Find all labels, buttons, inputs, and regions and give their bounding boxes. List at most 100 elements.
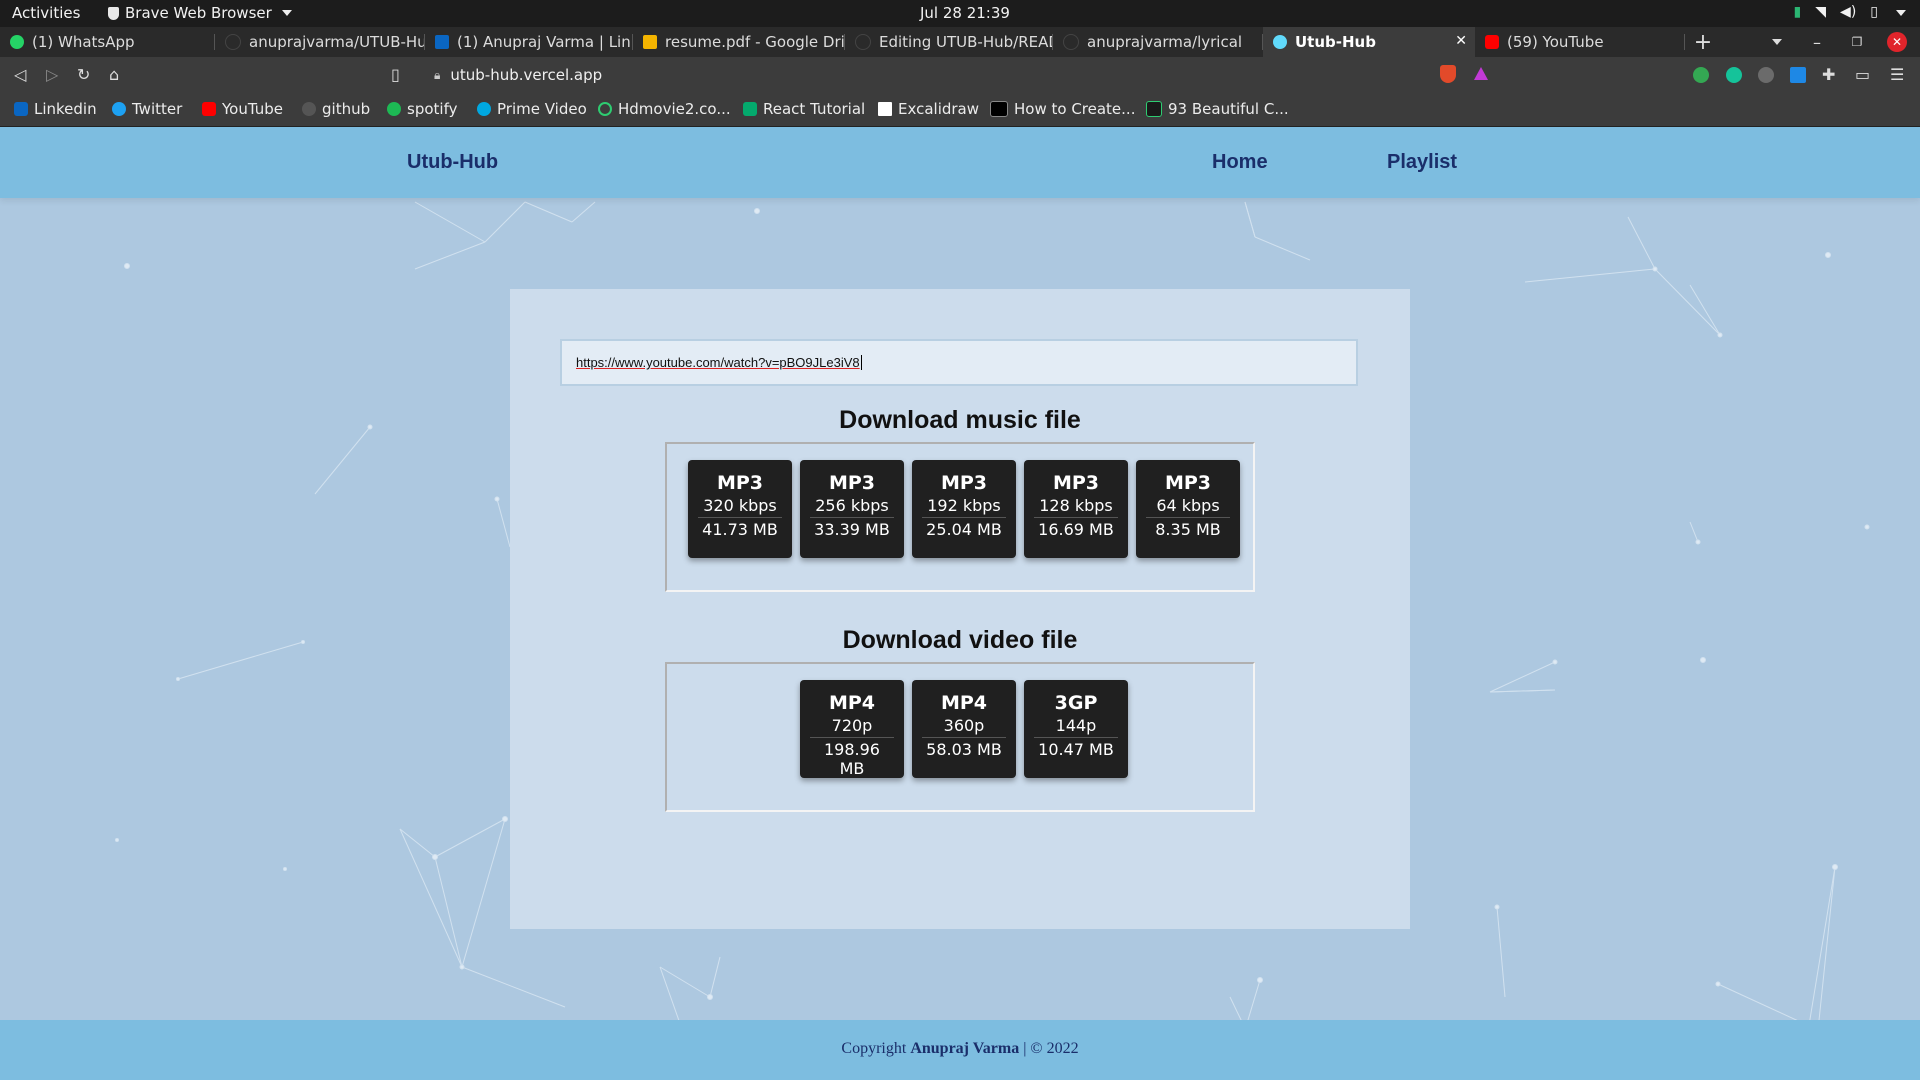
- extension-green-icon[interactable]: [1693, 67, 1709, 83]
- format-label: MP4: [828, 692, 876, 714]
- lock-icon: 🔒︎: [434, 67, 441, 82]
- download-mp3-128-button[interactable]: MP3 128 kbps 16.69 MB: [1024, 460, 1128, 558]
- tab-github-lyrical[interactable]: anuprajvarma/lyrical: [1053, 27, 1263, 57]
- bookmark-label: Linkedin: [34, 100, 97, 118]
- download-3gp-144-button[interactable]: 3GP 144p 10.47 MB: [1024, 680, 1128, 778]
- bookmark-github[interactable]: github: [302, 100, 370, 118]
- bookmark-label: 93 Beautiful C...: [1168, 100, 1289, 118]
- spotify-icon: [387, 102, 401, 116]
- bookmark-label: React Tutorial: [763, 100, 866, 118]
- bookmark-linkedin[interactable]: Linkedin: [14, 100, 97, 118]
- bookmark-label: YouTube: [222, 100, 283, 118]
- bookmark-label: Twitter: [132, 100, 183, 118]
- download-mp3-256-button[interactable]: MP3 256 kbps 33.39 MB: [800, 460, 904, 558]
- tab-title: (59) YouTube: [1507, 33, 1604, 51]
- excalidraw-icon: [878, 102, 892, 116]
- bookmark-twitter[interactable]: Twitter: [112, 100, 182, 118]
- youtube-url-input[interactable]: https://www.youtube.com/watch?v=pBO9JLe3…: [560, 339, 1358, 386]
- tab-github-utub[interactable]: anuprajvarma/UTUB-Hub: [215, 27, 425, 57]
- bookmark-hdmovie[interactable]: Hdmovie2.co...: [598, 100, 731, 118]
- clock[interactable]: Jul 28 21:39: [920, 4, 1010, 22]
- chevron-down-icon: [281, 10, 292, 16]
- system-top-bar: Activities Brave Web Browser Jul 28 21:3…: [0, 0, 1920, 27]
- bookmark-icon[interactable]: ▯: [391, 65, 400, 84]
- nav-playlist-link[interactable]: Playlist: [1387, 151, 1457, 174]
- nav-home-link[interactable]: Home: [1212, 151, 1268, 174]
- size-label: 58.03 MB: [922, 737, 1006, 759]
- download-mp4-720-button[interactable]: MP4 720p 198.96 MB: [800, 680, 904, 778]
- minimize-button[interactable]: –: [1802, 27, 1832, 57]
- bookmark-label: Prime Video: [497, 100, 587, 118]
- tab-title: (1) Anupraj Varma | Linked: [457, 33, 633, 51]
- battery-icon: ▯: [1870, 4, 1878, 20]
- site-navbar: Utub-Hub Home Playlist: [0, 127, 1920, 198]
- wallet-icon[interactable]: ▭: [1855, 65, 1870, 84]
- tab-search-dropdown[interactable]: [1762, 27, 1792, 57]
- download-mp4-360-button[interactable]: MP4 360p 58.03 MB: [912, 680, 1016, 778]
- download-mp3-192-button[interactable]: MP3 192 kbps 25.04 MB: [912, 460, 1016, 558]
- bookmark-spotify[interactable]: spotify: [387, 100, 457, 118]
- bookmark-label: Hdmovie2.co...: [618, 100, 731, 118]
- tab-title: anuprajvarma/UTUB-Hub: [249, 33, 425, 51]
- volume-icon: ◀): [1840, 4, 1857, 20]
- github-icon: [225, 34, 241, 50]
- brave-rewards-icon[interactable]: [1474, 67, 1488, 80]
- download-mp3-64-button[interactable]: MP3 64 kbps 8.35 MB: [1136, 460, 1240, 558]
- new-tab-button[interactable]: +: [1688, 27, 1718, 57]
- tab-strip: (1) WhatsApp anuprajvarma/UTUB-Hub (1) A…: [0, 27, 1920, 57]
- bookmark-youtube[interactable]: YouTube: [202, 100, 283, 118]
- chevron-down-icon: [1896, 10, 1906, 16]
- bookmark-excalidraw[interactable]: Excalidraw: [878, 100, 979, 118]
- quality-label: 128 kbps: [1039, 496, 1113, 515]
- close-window-button[interactable]: ✕: [1882, 27, 1912, 57]
- bookmark-beautiful[interactable]: 93 Beautiful C...: [1146, 100, 1289, 118]
- tab-google-drive[interactable]: resume.pdf - Google Drive: [633, 27, 845, 57]
- dev-to-icon: [990, 101, 1008, 117]
- tab-editing-readme[interactable]: Editing UTUB-Hub/READM: [845, 27, 1053, 57]
- format-label: MP3: [828, 472, 876, 494]
- linkedin-icon: [435, 35, 449, 49]
- music-options-box: MP3 320 kbps 41.73 MB MP3 256 kbps 33.39 MB …: [665, 442, 1255, 592]
- size-label: 10.47 MB: [1034, 737, 1118, 759]
- extension-blue-icon[interactable]: [1790, 67, 1806, 83]
- back-arrow-icon[interactable]: ◁: [14, 65, 26, 84]
- github-icon: [302, 102, 316, 116]
- tab-linkedin[interactable]: (1) Anupraj Varma | Linked: [425, 27, 633, 57]
- tab-utub-hub[interactable]: Utub-Hub ✕: [1263, 27, 1475, 57]
- system-tray[interactable]: ▮ ◥ ◀) ▯: [1794, 4, 1906, 20]
- extensions-puzzle-icon[interactable]: ✚: [1822, 65, 1835, 84]
- size-label: 41.73 MB: [698, 517, 782, 539]
- bookmark-prime-video[interactable]: Prime Video: [477, 100, 587, 118]
- tab-youtube[interactable]: (59) YouTube: [1475, 27, 1685, 57]
- format-label: MP3: [716, 472, 764, 494]
- download-mp3-320-button[interactable]: MP3 320 kbps 41.73 MB: [688, 460, 792, 558]
- prime-video-icon: [477, 102, 491, 116]
- reload-icon[interactable]: ↻: [77, 65, 90, 84]
- tab-whatsapp[interactable]: (1) WhatsApp: [0, 27, 215, 57]
- size-label: 198.96 MB: [810, 737, 894, 778]
- activities-button[interactable]: Activities: [12, 4, 80, 22]
- brave-shields-icon[interactable]: [1440, 65, 1456, 83]
- bookmark-label: How to Create...: [1014, 100, 1136, 118]
- address-bar[interactable]: 🔒︎ utub-hub.vercel.app: [420, 60, 1498, 90]
- grammarly-icon[interactable]: [1726, 67, 1742, 83]
- tab-title: (1) WhatsApp: [32, 33, 135, 51]
- format-label: 3GP: [1054, 692, 1098, 714]
- youtube-url-value: https://www.youtube.com/watch?v=pBO9JLe3…: [576, 355, 860, 370]
- close-icon[interactable]: ✕: [1455, 33, 1467, 49]
- site-brand-link[interactable]: Utub-Hub: [407, 151, 498, 174]
- bookmark-how-to-create[interactable]: How to Create...: [990, 100, 1135, 118]
- restore-button[interactable]: ❐: [1842, 27, 1872, 57]
- forward-arrow-icon[interactable]: ▷: [46, 65, 58, 84]
- menu-hamburger-icon[interactable]: ☰: [1890, 65, 1904, 84]
- text-cursor: [860, 355, 862, 370]
- quality-label: 360p: [943, 716, 985, 735]
- format-label: MP3: [1052, 472, 1100, 494]
- app-menu[interactable]: Brave Web Browser: [108, 4, 292, 22]
- format-label: MP4: [940, 692, 988, 714]
- extension-badge-icon[interactable]: [1758, 67, 1774, 83]
- whatsapp-icon: [10, 35, 24, 49]
- home-icon[interactable]: ⌂: [109, 65, 119, 84]
- bookmark-react-tutorial[interactable]: React Tutorial: [743, 100, 865, 118]
- bookmark-site-icon: [1146, 101, 1162, 117]
